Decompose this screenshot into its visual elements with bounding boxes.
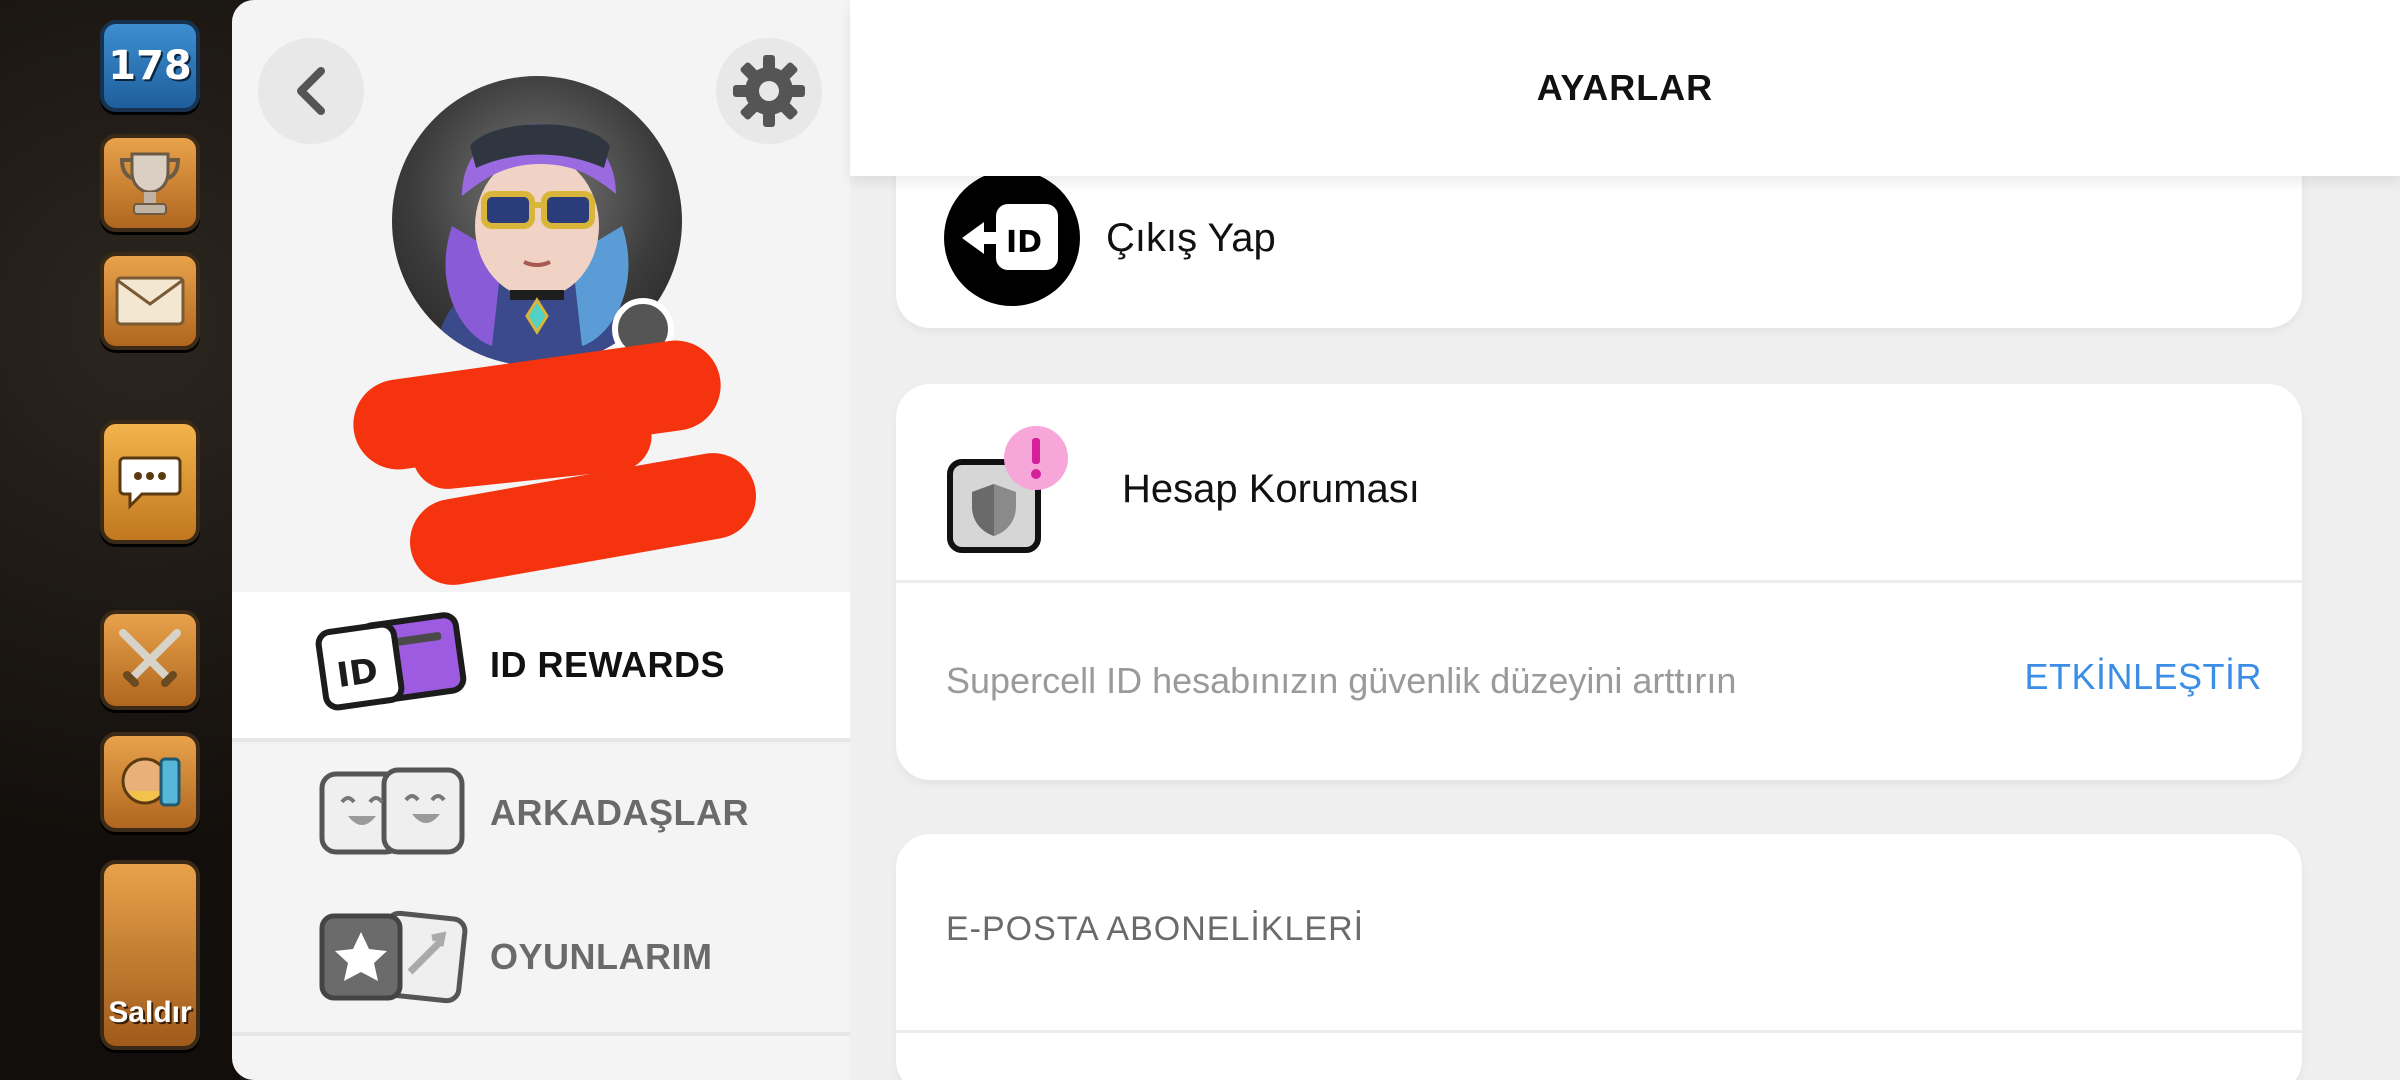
chevron-left-icon [297, 67, 325, 115]
attack-button[interactable]: Saldır [100, 860, 200, 1050]
gear-icon [733, 55, 805, 127]
battle-button[interactable] [100, 610, 200, 710]
account-protection-title: Hesap Koruması [1122, 466, 1420, 511]
card-divider [896, 1030, 2302, 1033]
chat-icon [118, 456, 182, 510]
friends-icon [314, 758, 468, 868]
menu-item-my-games[interactable]: OYUNLARIM [232, 884, 850, 1030]
account-protection-row: Hesap Koruması [946, 414, 1420, 564]
mail-button[interactable] [100, 252, 200, 350]
svg-text:ID: ID [334, 651, 380, 696]
id-logout-icon: ID [944, 170, 1080, 306]
page-title: AYARLAR [1536, 67, 1714, 108]
menu-divider [232, 1032, 850, 1036]
settings-area: AYARLAR ID Çıkış Yap Hesap Koruması Supe… [850, 0, 2400, 1080]
my-games-icon [314, 902, 468, 1012]
logout-label: Çıkış Yap [1106, 215, 1276, 260]
chat-button[interactable] [100, 420, 200, 544]
settings-button[interactable] [716, 38, 822, 144]
mail-icon [115, 276, 185, 326]
game-background: 178 Saldır [0, 0, 240, 1080]
card-divider [896, 580, 2302, 583]
email-subscriptions-label: E-POSTA ABONELİKLERİ [946, 910, 1365, 948]
email-subscriptions-card[interactable]: E-POSTA ABONELİKLERİ [896, 834, 2302, 1080]
logout-row[interactable]: ID Çıkış Yap [944, 170, 1276, 306]
menu-item-id-rewards[interactable]: ID ID REWARDS [232, 592, 850, 738]
crossed-swords-icon [119, 629, 181, 687]
settings-header: AYARLAR [850, 0, 2400, 176]
barbarian-icon [121, 757, 181, 807]
player-level-value: 178 [108, 43, 192, 89]
menu-item-label: ARKADAŞLAR [490, 792, 749, 833]
builder-button[interactable] [100, 732, 200, 832]
player-level-badge[interactable]: 178 [100, 20, 200, 112]
id-rewards-icon: ID [314, 610, 468, 720]
menu-item-label: ID REWARDS [490, 644, 726, 685]
menu-item-friends[interactable]: ARKADAŞLAR [232, 738, 850, 884]
attack-label: Saldır [108, 996, 192, 1029]
enable-protection-button[interactable]: ETKİNLEŞTİR [2024, 656, 2262, 698]
shield-icon [947, 426, 1068, 553]
trophy-button[interactable] [100, 134, 200, 232]
menu-item-label: OYUNLARIM [490, 936, 713, 977]
trophy-icon [119, 152, 181, 215]
account-protection-card: Hesap Koruması Supercell ID hesabınızın … [896, 384, 2302, 780]
profile-panel: ID ID REWARDS ARKADAŞLAR OYUNLARIM [232, 0, 850, 1080]
back-button[interactable] [258, 38, 364, 144]
profile-menu: ID ID REWARDS ARKADAŞLAR OYUNLARIM [232, 592, 850, 1030]
svg-text:ID: ID [1006, 225, 1042, 260]
account-protection-description: Supercell ID hesabınızın güvenlik düzeyi… [946, 660, 1737, 701]
